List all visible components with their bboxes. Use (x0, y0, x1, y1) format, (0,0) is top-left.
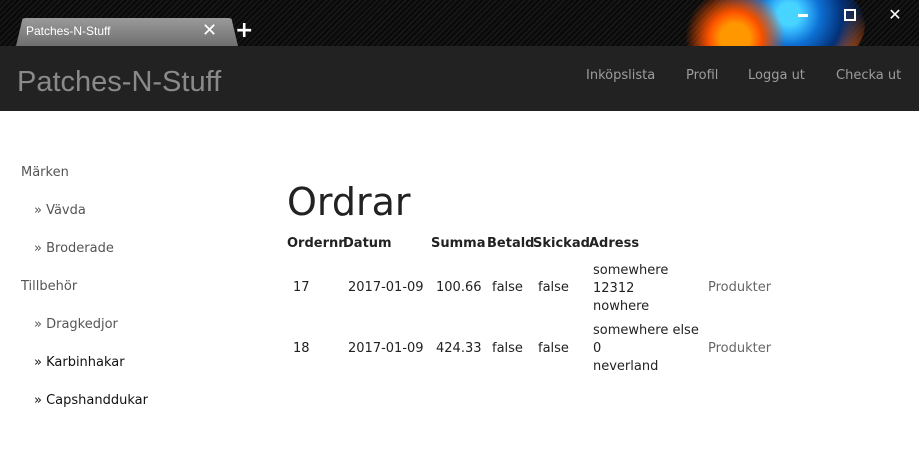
sidebar-group-tillbehor[interactable]: Tillbehör (21, 279, 77, 294)
sidebar-item-capshanddukar[interactable]: » Capshanddukar (34, 393, 148, 408)
sidebar-item-dragkedjor[interactable]: » Dragkedjor (34, 317, 118, 332)
browser-titlebar: Patches-N-Stuff ✕ + ✕ (0, 0, 919, 46)
nav-link-logga-ut[interactable]: Logga ut (748, 68, 805, 83)
site-navbar: Patches-N-Stuff Inköpslista Profil Logga… (0, 46, 919, 111)
cell-betald: false (492, 341, 523, 356)
address-line: 12312 (593, 281, 635, 296)
cell-datum: 2017-01-09 (348, 280, 424, 295)
cell-summa: 424.33 (436, 341, 482, 356)
cell-datum: 2017-01-09 (348, 341, 424, 356)
cell-ordernr: 18 (293, 341, 310, 356)
column-header-adress: Adress (589, 236, 640, 251)
address-line: somewhere else (593, 323, 699, 338)
nav-link-profil[interactable]: Profil (686, 68, 718, 83)
cell-betald: false (492, 280, 523, 295)
column-header-skickad: Skickad (533, 236, 590, 251)
cell-skickad: false (538, 341, 569, 356)
cell-skickad: false (538, 280, 569, 295)
page-title: Ordrar (287, 180, 411, 224)
sidebar-item-broderade[interactable]: » Broderade (34, 241, 114, 256)
address-line: somewhere (593, 263, 669, 278)
close-tab-icon[interactable]: ✕ (202, 21, 217, 41)
column-header-datum: Datum (343, 236, 392, 251)
minimize-icon[interactable] (790, 4, 816, 26)
produkter-link[interactable]: Produkter (708, 280, 771, 295)
sidebar-group-marken[interactable]: Märken (21, 165, 69, 180)
column-header-summa: Summa (431, 236, 486, 251)
address-line: 0 (593, 341, 602, 356)
cell-adress: somewhere else 0 neverland (593, 322, 699, 376)
address-line: nowhere (593, 299, 650, 314)
window-close-icon[interactable]: ✕ (882, 4, 908, 26)
sidebar-item-karbinhakar[interactable]: » Karbinhakar (34, 355, 125, 370)
address-line: neverland (593, 359, 659, 374)
maximize-icon[interactable] (836, 4, 862, 26)
nav-link-checka-ut[interactable]: Checka ut (836, 68, 901, 83)
tab-title[interactable]: Patches-N-Stuff (26, 24, 110, 38)
sidebar-item-vavda[interactable]: » Vävda (34, 203, 86, 218)
nav-link-inkopslista[interactable]: Inköpslista (586, 68, 655, 83)
cell-ordernr: 17 (293, 280, 310, 295)
firefox-theme-artwork (665, 0, 865, 46)
column-header-ordernr: Ordernr (287, 236, 345, 251)
produkter-link[interactable]: Produkter (708, 341, 771, 356)
cell-adress: somewhere 12312 nowhere (593, 262, 668, 316)
new-tab-icon[interactable]: + (235, 19, 253, 43)
cell-summa: 100.66 (436, 280, 482, 295)
column-header-betald: Betald (487, 236, 535, 251)
site-brand[interactable]: Patches-N-Stuff (17, 66, 221, 99)
